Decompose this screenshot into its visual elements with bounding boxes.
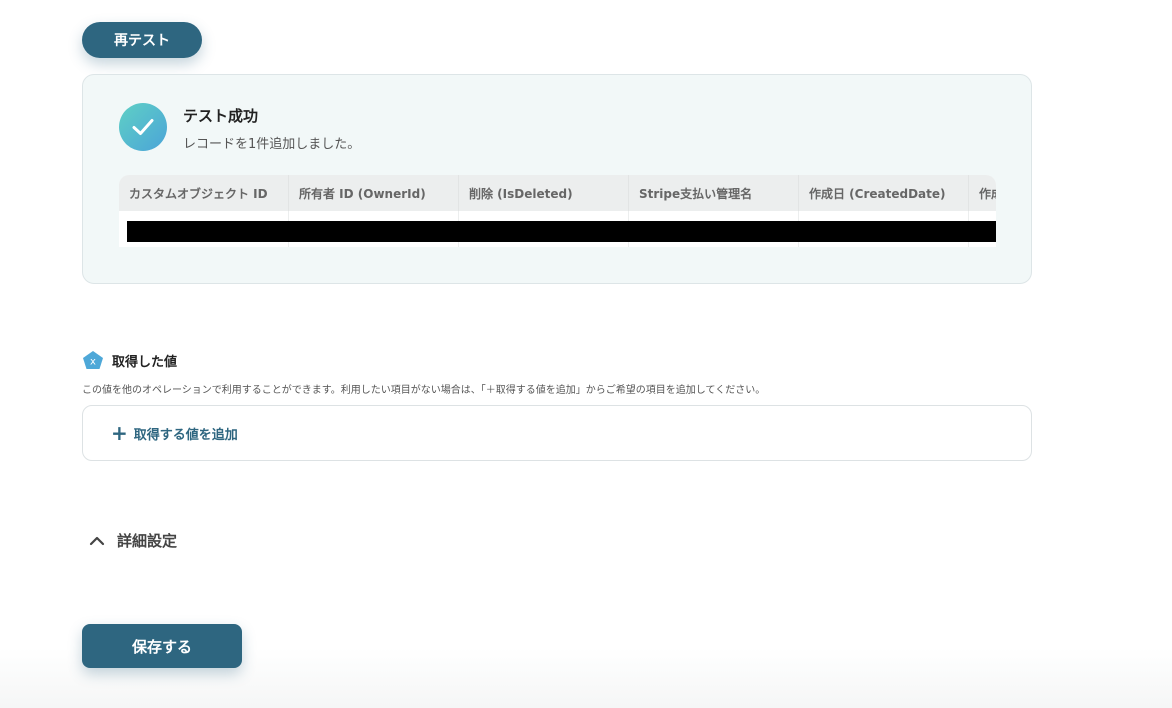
column-header: 作成日 (CreatedDate) — [799, 175, 969, 211]
variable-x-icon: x — [83, 351, 103, 369]
column-header: Stripe支払い管理名 — [629, 175, 799, 211]
result-title: テスト成功 — [183, 107, 259, 125]
add-value-box: + 取得する値を追加 — [82, 405, 1032, 461]
advanced-settings-label: 詳細設定 — [117, 532, 178, 550]
svg-text:x: x — [90, 357, 96, 368]
add-value-button[interactable]: + 取得する値を追加 — [111, 423, 238, 443]
table-row — [119, 211, 996, 247]
column-header: 削除 (IsDeleted) — [459, 175, 629, 211]
redacted-row-bar — [127, 221, 996, 242]
success-check-icon — [119, 103, 167, 151]
retest-button[interactable]: 再テスト — [82, 22, 202, 58]
add-value-label: 取得する値を追加 — [133, 427, 238, 443]
plus-icon: + — [111, 421, 128, 445]
result-table[interactable]: カスタムオブジェクト ID 所有者 ID (OwnerId) 削除 (IsDel… — [119, 175, 996, 247]
test-result-card: テスト成功 レコードを1件追加しました。 カスタムオブジェクト ID 所有者 I… — [82, 74, 1032, 284]
column-header: 作成 — [969, 175, 996, 211]
fetched-values-title: 取得した値 — [112, 354, 178, 370]
table-header: カスタムオブジェクト ID 所有者 ID (OwnerId) 削除 (IsDel… — [119, 175, 996, 211]
column-header: 所有者 ID (OwnerId) — [289, 175, 459, 211]
advanced-settings-toggle[interactable]: 詳細設定 — [88, 530, 177, 551]
fetched-values-header: x 取得した値 — [82, 350, 177, 370]
save-button[interactable]: 保存する — [82, 624, 242, 668]
fetched-values-description: この値を他のオペレーションで利用することができます。利用したい項目がない場合は、… — [82, 385, 766, 396]
chevron-up-icon — [89, 536, 105, 545]
result-subtitle: レコードを1件追加しました。 — [183, 137, 361, 152]
column-header: カスタムオブジェクト ID — [119, 175, 289, 211]
